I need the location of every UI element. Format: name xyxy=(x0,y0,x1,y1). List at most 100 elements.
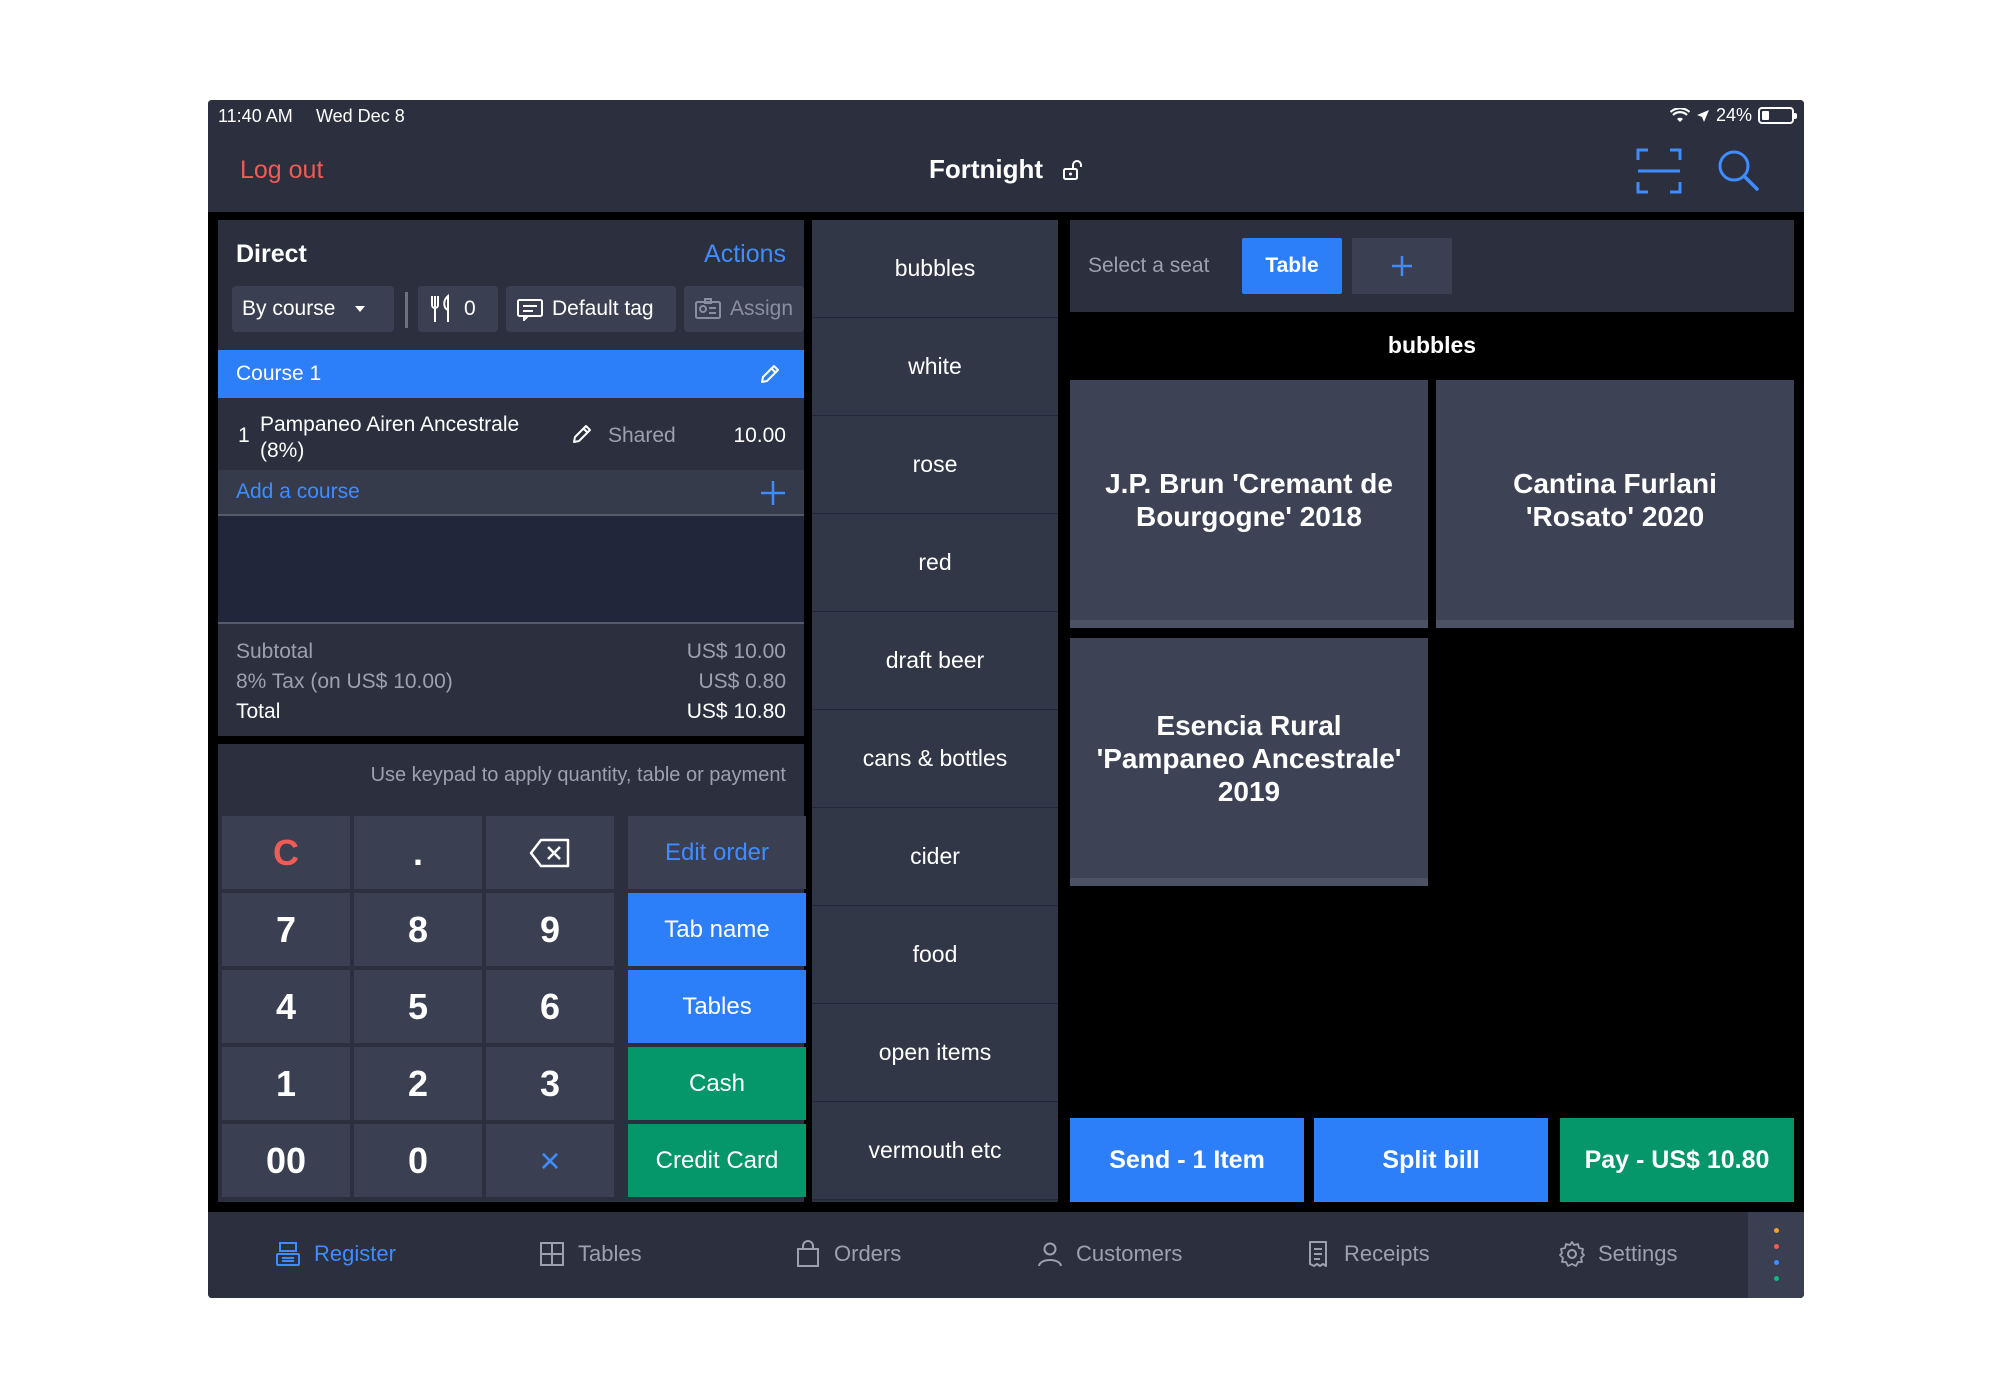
tag-card-icon xyxy=(517,299,543,321)
edit-order-button[interactable]: Edit order xyxy=(628,816,806,889)
course-header[interactable]: Course 1 xyxy=(218,350,804,398)
tab-customers-label: Customers xyxy=(1076,1241,1183,1266)
keypad-hint: Use keypad to apply quantity, table or p… xyxy=(370,764,786,786)
by-course-dropdown[interactable]: By course xyxy=(232,286,394,332)
category-cider[interactable]: cider xyxy=(812,808,1058,906)
status-time: 11:40 AM xyxy=(218,106,293,126)
seat-table-button[interactable]: Table xyxy=(1242,238,1342,294)
ticket-empty-area xyxy=(218,516,804,624)
unlock-icon[interactable] xyxy=(1061,159,1083,181)
key-8[interactable]: 8 xyxy=(354,893,482,966)
bottom-tab-bar: Register Tables Orders Customers Receipt… xyxy=(208,1212,1804,1298)
clear-key[interactable]: C xyxy=(222,816,350,889)
split-bill-button[interactable]: Split bill xyxy=(1314,1118,1548,1202)
category-open-items[interactable]: open items xyxy=(812,1004,1058,1102)
status-indicators: 24% xyxy=(1669,105,1797,126)
tab-register[interactable]: Register xyxy=(274,1240,396,1268)
battery-icon xyxy=(1758,107,1797,124)
pay-button[interactable]: Pay - US$ 10.80 xyxy=(1560,1118,1794,1202)
item-name: Pampaneo Airen Ancestrale (8%) xyxy=(260,413,520,462)
gear-icon xyxy=(1559,1241,1585,1267)
key-00[interactable]: 00 xyxy=(222,1124,350,1197)
ticket-header: Direct Actions By course 0 Default tag A… xyxy=(218,220,804,350)
default-tag-button[interactable]: Default tag xyxy=(506,286,676,332)
more-menu-button[interactable] xyxy=(1748,1212,1804,1298)
venue-name: Fortnight xyxy=(928,154,1044,184)
key-6[interactable]: 6 xyxy=(486,970,614,1043)
product-tile[interactable]: Esencia Rural 'Pampaneo Ancestrale' 2019 xyxy=(1070,638,1428,886)
tab-orders-label: Orders xyxy=(834,1241,902,1266)
receipt-icon xyxy=(1309,1241,1327,1267)
add-course-label: Add a course xyxy=(236,480,360,503)
toolbar-divider xyxy=(405,292,408,328)
item-quantity: 1 xyxy=(238,424,250,447)
more-dot xyxy=(1774,1228,1779,1233)
key-7[interactable]: 7 xyxy=(222,893,350,966)
total-row: Total US$ 10.80 xyxy=(236,700,786,724)
total-label: Total xyxy=(236,700,281,723)
course-label: Course 1 xyxy=(236,362,322,385)
key-3[interactable]: 3 xyxy=(486,1047,614,1120)
tab-name-button[interactable]: Tab name xyxy=(628,893,806,966)
category-white[interactable]: white xyxy=(812,318,1058,416)
multiply-key[interactable]: × xyxy=(486,1124,614,1197)
category-cans-bottles[interactable]: cans & bottles xyxy=(812,710,1058,808)
status-bar: 11:40 AM Wed Dec 8 24% xyxy=(208,100,1804,132)
key-4[interactable]: 4 xyxy=(222,970,350,1043)
category-draft-beer[interactable]: draft beer xyxy=(812,612,1058,710)
key-0[interactable]: 0 xyxy=(354,1124,482,1197)
total-value: US$ 10.80 xyxy=(686,700,786,723)
ticket-panel: Direct Actions By course 0 Default tag A… xyxy=(218,220,804,736)
tab-tables[interactable]: Tables xyxy=(538,1240,642,1268)
subtotal-row: Subtotal US$ 10.00 xyxy=(236,640,786,664)
wifi-icon xyxy=(1669,107,1690,122)
product-tile[interactable]: J.P. Brun 'Cremant de Bourgogne' 2018 xyxy=(1070,380,1428,628)
category-vermouth[interactable]: vermouth etc xyxy=(812,1102,1058,1200)
key-2[interactable]: 2 xyxy=(354,1047,482,1120)
add-seat-button[interactable] xyxy=(1352,238,1452,294)
category-bubbles[interactable]: bubbles xyxy=(812,220,1058,318)
decimal-key[interactable]: . xyxy=(354,816,482,889)
pencil-icon[interactable] xyxy=(570,422,594,446)
tab-settings[interactable]: Settings xyxy=(1558,1240,1678,1268)
tab-orders[interactable]: Orders xyxy=(794,1240,901,1268)
item-price: 10.00 xyxy=(733,424,786,447)
key-1[interactable]: 1 xyxy=(222,1047,350,1120)
actions-button[interactable]: Actions xyxy=(704,240,786,269)
tab-settings-label: Settings xyxy=(1598,1241,1678,1266)
category-list: bubbles white rose red draft beer cans &… xyxy=(812,220,1058,1202)
user-icon xyxy=(1038,1242,1062,1267)
plus-icon xyxy=(761,481,785,505)
credit-card-button[interactable]: Credit Card xyxy=(628,1124,806,1197)
barcode-scan-icon[interactable] xyxy=(1636,148,1682,194)
category-rose[interactable]: rose xyxy=(812,416,1058,514)
send-button[interactable]: Send - 1 Item xyxy=(1070,1118,1304,1202)
tax-row: 8% Tax (on US$ 10.00) US$ 0.80 xyxy=(236,670,786,694)
tables-button[interactable]: Tables xyxy=(628,970,806,1043)
tab-customers[interactable]: Customers xyxy=(1036,1240,1182,1268)
category-food[interactable]: food xyxy=(812,906,1058,1004)
cash-button[interactable]: Cash xyxy=(628,1047,806,1120)
tab-receipts[interactable]: Receipts xyxy=(1304,1240,1430,1268)
more-dot xyxy=(1774,1276,1779,1281)
product-tile[interactable]: Cantina Furlani 'Rosato' 2020 xyxy=(1436,380,1794,628)
tax-label: 8% Tax (on US$ 10.00) xyxy=(236,670,453,693)
guest-count-button[interactable]: 0 xyxy=(418,286,498,332)
assign-button[interactable]: Assign xyxy=(684,286,804,332)
grid-icon xyxy=(540,1242,564,1266)
key-9[interactable]: 9 xyxy=(486,893,614,966)
tab-tables-label: Tables xyxy=(578,1241,642,1266)
status-date: Wed Dec 8 xyxy=(316,106,405,126)
cutlery-icon xyxy=(431,294,449,322)
caret-down-icon xyxy=(355,306,366,312)
add-course-button[interactable]: Add a course xyxy=(218,470,804,516)
tab-register-label: Register xyxy=(314,1241,396,1266)
key-5[interactable]: 5 xyxy=(354,970,482,1043)
backspace-key[interactable] xyxy=(486,816,614,889)
order-line-item[interactable]: 1 Pampaneo Airen Ancestrale (8%) Shared … xyxy=(218,398,804,470)
pencil-icon[interactable] xyxy=(758,362,782,386)
more-dot xyxy=(1774,1244,1779,1249)
search-icon[interactable] xyxy=(1716,148,1760,192)
tax-value: US$ 0.80 xyxy=(698,670,786,693)
category-red[interactable]: red xyxy=(812,514,1058,612)
